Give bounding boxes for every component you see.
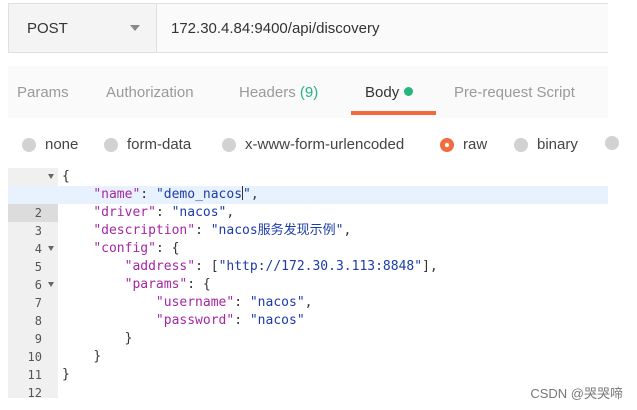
- code-token: }: [93, 349, 102, 364]
- code-line: 3 "driver": "nacos",: [8, 204, 608, 238]
- code-text: "name": "demo_nacos",: [62, 186, 259, 204]
- code-line: 11 }: [8, 348, 608, 382]
- line-number: 12: [27, 386, 42, 400]
- json-string: "nacos": [249, 313, 305, 328]
- code-text: {: [62, 168, 70, 186]
- code-token: ],: [422, 259, 438, 274]
- json-key: "name": [93, 187, 141, 202]
- code-token: : {: [155, 241, 180, 256]
- json-string: "http://172.30.3.113:8848": [218, 259, 423, 274]
- radio-binary-label: binary: [537, 136, 578, 153]
- code-line: 5 "config": {: [8, 240, 608, 274]
- radio-raw-checked-icon: [440, 137, 454, 152]
- code-text: "description": "nacos服务发现示例",: [62, 222, 351, 240]
- fold-arrow-icon[interactable]: [48, 246, 54, 251]
- json-key: "address": [124, 259, 196, 274]
- url-text: 172.30.4.84:9400/api/discovery: [171, 19, 380, 37]
- code-token: :: [234, 295, 250, 310]
- code-token: ,: [250, 187, 259, 202]
- json-key: "username": [155, 295, 235, 310]
- radio-more[interactable]: [605, 136, 628, 150]
- radio-more-icon: [605, 136, 619, 150]
- code-text: }: [62, 348, 101, 366]
- code-line-current: 2 "name": "demo_nacos",: [8, 186, 608, 222]
- code-text: "address": ["http://172.30.3.113:8848"],: [62, 258, 438, 276]
- active-tab-underline: [351, 111, 436, 115]
- code-token: :: [234, 313, 250, 328]
- json-string: "nacos": [171, 205, 227, 220]
- radio-none-label: none: [45, 136, 79, 153]
- code-text: }: [62, 366, 70, 384]
- radio-form-data-label: form-data: [127, 136, 192, 153]
- request-tabs: Params Authorization Headers (9) Body Pr…: [8, 66, 608, 118]
- tab-authorization[interactable]: Authorization: [106, 84, 194, 101]
- fold-arrow-icon[interactable]: [48, 282, 54, 287]
- code-token: :: [140, 187, 156, 202]
- json-key: "config": [93, 241, 156, 256]
- code-token: : [: [195, 259, 219, 274]
- json-string: "nacos服务发现示例": [210, 223, 344, 238]
- code-line: 12 }: [8, 366, 608, 400]
- method-label: POST: [27, 19, 68, 37]
- body-modified-dot-icon: [404, 87, 414, 96]
- radio-raw-label: raw: [463, 136, 488, 153]
- radio-binary[interactable]: binary: [514, 136, 578, 153]
- code-token: ,: [226, 205, 235, 220]
- code-line: 6 "address": ["http://172.30.3.113:8848"…: [8, 258, 608, 292]
- code-token: }: [124, 331, 133, 346]
- code-editor[interactable]: 1 { 2 "name": "demo_nacos", 3 "driver": …: [8, 168, 608, 410]
- code-line: 8 "username": "nacos",: [8, 294, 608, 328]
- code-text: "params": {: [62, 276, 211, 294]
- tab-pre-request-script[interactable]: Pre-request Script: [454, 84, 575, 101]
- code-token: {: [62, 169, 70, 184]
- radio-binary-icon: [514, 137, 528, 152]
- radio-urlencoded-label: x-www-form-urlencoded: [245, 136, 405, 153]
- code-token: :: [195, 223, 211, 238]
- tab-headers-label: Headers: [239, 84, 296, 101]
- json-string: "demo_nacos: [155, 187, 243, 202]
- watermark: CSDN @哭哭啼: [530, 386, 623, 401]
- code-line: 7 "params": {: [8, 276, 608, 310]
- radio-urlencoded-icon: [222, 137, 236, 152]
- code-text: "config": {: [62, 240, 179, 258]
- json-key: "password": [155, 313, 235, 328]
- fold-arrow-icon[interactable]: [48, 174, 54, 179]
- method-select[interactable]: POST: [9, 4, 157, 52]
- code-token: : {: [187, 277, 211, 292]
- radio-form-data-icon: [104, 137, 118, 152]
- tab-body[interactable]: Body: [365, 84, 414, 101]
- request-bar: POST 172.30.4.84:9400/api/discovery: [8, 3, 608, 53]
- code-text: "username": "nacos",: [62, 294, 313, 312]
- chevron-down-icon: [130, 25, 140, 31]
- json-key: "description": [93, 223, 196, 238]
- code-line: 10 }: [8, 330, 608, 364]
- json-key: "driver": [93, 205, 156, 220]
- radio-raw[interactable]: raw: [440, 136, 487, 153]
- tab-params[interactable]: Params: [17, 84, 69, 101]
- radio-urlencoded[interactable]: x-www-form-urlencoded: [222, 136, 404, 153]
- code-text: "password": "nacos": [62, 312, 305, 330]
- json-string: ": [243, 187, 251, 202]
- code-token: :: [155, 205, 172, 220]
- json-key: "params": [124, 277, 188, 292]
- radio-none-icon: [22, 137, 36, 152]
- code-token: ,: [304, 295, 313, 310]
- code-token: }: [62, 367, 70, 382]
- tab-headers[interactable]: Headers (9): [239, 84, 318, 101]
- tab-body-label: Body: [365, 84, 400, 101]
- code-text: }: [62, 330, 133, 348]
- code-line: 9 "password": "nacos": [8, 312, 608, 346]
- json-string: "nacos": [249, 295, 305, 310]
- code-line: 4 "description": "nacos服务发现示例",: [8, 222, 608, 256]
- code-token: ,: [343, 223, 352, 238]
- code-text: "driver": "nacos",: [62, 204, 234, 222]
- headers-count-badge: (9): [299, 84, 319, 101]
- radio-none[interactable]: none: [22, 136, 78, 153]
- body-type-options: none form-data x-www-form-urlencoded raw…: [0, 130, 637, 162]
- code-line: 1 {: [8, 168, 608, 202]
- url-input[interactable]: 172.30.4.84:9400/api/discovery: [157, 4, 608, 52]
- radio-form-data[interactable]: form-data: [104, 136, 191, 153]
